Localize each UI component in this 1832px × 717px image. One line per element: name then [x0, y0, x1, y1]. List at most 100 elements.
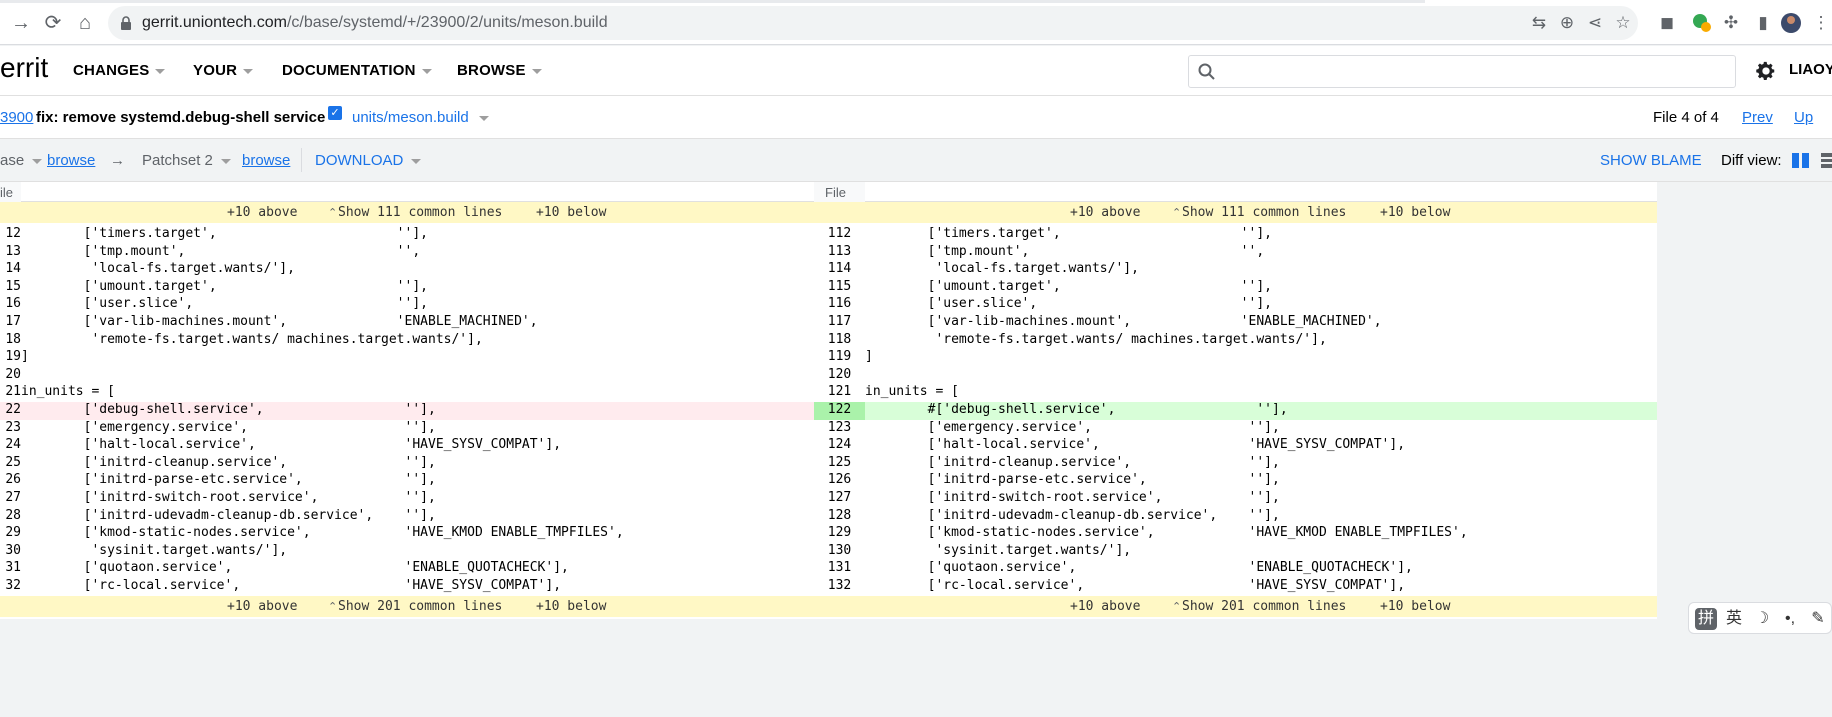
right-line-number[interactable]: 113	[814, 244, 865, 262]
show-common-lines-button[interactable]: ⌃Show 111 common lines	[328, 205, 502, 220]
left-line-number[interactable]: 27	[0, 490, 21, 508]
left-line-number[interactable]: 17	[0, 314, 21, 332]
left-line-number[interactable]: 29	[0, 525, 21, 543]
left-code-line: ['emergency.service', ''],	[21, 419, 436, 435]
extension-badge-icon[interactable]	[1690, 12, 1712, 34]
unified-view-icon[interactable]	[1821, 153, 1832, 168]
above-button[interactable]: +10 above	[227, 599, 297, 614]
bookmark-star-icon[interactable]: ☆	[1612, 12, 1634, 34]
left-line-number[interactable]: 24	[0, 437, 21, 455]
menu-changes[interactable]: CHANGES	[73, 62, 166, 79]
below-button[interactable]: +10 below	[536, 599, 606, 614]
reviewed-checkbox[interactable]: ✓	[328, 106, 342, 120]
above-button[interactable]: +10 above	[1070, 205, 1140, 220]
change-number-link[interactable]: 3900	[0, 109, 33, 126]
right-line-number[interactable]: 120	[814, 367, 865, 385]
side-by-side-icon[interactable]	[1792, 153, 1809, 168]
right-line-number[interactable]: 129	[814, 525, 865, 543]
ime-pinyin-icon[interactable]: 拼	[1695, 608, 1717, 630]
browse-left-link[interactable]: browse	[47, 152, 95, 169]
left-line-number[interactable]: 13	[0, 244, 21, 262]
left-line-number[interactable]: 21	[0, 384, 21, 402]
right-line-number[interactable]: 112	[814, 226, 865, 244]
profile-avatar[interactable]	[1780, 12, 1802, 34]
right-line-number[interactable]: 119	[814, 349, 865, 367]
right-line-number[interactable]: 121	[814, 384, 865, 402]
left-line-number[interactable]: 22	[0, 401, 21, 420]
below-button[interactable]: +10 below	[1380, 599, 1450, 614]
right-line-number[interactable]: 127	[814, 490, 865, 508]
left-line-number[interactable]: 30	[0, 543, 21, 561]
search-input[interactable]	[1188, 55, 1736, 88]
right-line-number[interactable]: 124	[814, 437, 865, 455]
home-icon[interactable]: ⌂	[72, 10, 98, 36]
translate-icon[interactable]: ⇆	[1528, 12, 1550, 34]
left-line-number[interactable]: 15	[0, 279, 21, 297]
left-line-number[interactable]: 31	[0, 560, 21, 578]
ime-moon-icon[interactable]: ☽	[1751, 608, 1773, 630]
left-line-number[interactable]: 28	[0, 508, 21, 526]
up-link[interactable]: Up	[1794, 109, 1813, 126]
download-button[interactable]: DOWNLOAD	[315, 152, 422, 169]
left-code-line: ['timers.target', ''],	[21, 226, 428, 241]
right-line-number[interactable]: 125	[814, 455, 865, 473]
zoom-icon[interactable]: ⊕	[1556, 12, 1578, 34]
browse-right-link[interactable]: browse	[242, 152, 290, 169]
right-line-number[interactable]: 131	[814, 560, 865, 578]
extensions-puzzle-icon[interactable]: ✣	[1720, 12, 1742, 34]
gerrit-logo[interactable]: errit	[0, 52, 48, 84]
above-button[interactable]: +10 above	[1070, 599, 1140, 614]
left-line-number[interactable]: 25	[0, 455, 21, 473]
left-line-number[interactable]: 32	[0, 578, 21, 596]
address-bar[interactable]: gerrit.uniontech.com/c/base/systemd/+/23…	[108, 6, 1638, 40]
show-common-lines-button[interactable]: ⌃Show 111 common lines	[1172, 205, 1346, 220]
share-icon[interactable]: ⋖	[1584, 12, 1606, 34]
left-line-number[interactable]: 16	[0, 296, 21, 314]
menu-your[interactable]: YOUR	[193, 62, 254, 79]
right-code-line: ['rc-local.service', 'HAVE_SYSV_COMPAT']…	[865, 577, 1406, 593]
right-line-number[interactable]: 115	[814, 279, 865, 297]
left-line-number[interactable]: 14	[0, 261, 21, 279]
ime-punctuation-icon[interactable]: •,	[1779, 608, 1801, 630]
right-line-number[interactable]: 114	[814, 261, 865, 279]
right-line-number[interactable]: 118	[814, 332, 865, 350]
reload-icon[interactable]: ⟳	[40, 10, 66, 36]
below-button[interactable]: +10 below	[536, 205, 606, 220]
menu-icon[interactable]: ⋮	[1810, 12, 1832, 34]
left-line-number[interactable]: 19	[0, 349, 21, 367]
prev-file-link[interactable]: Prev	[1742, 109, 1773, 126]
browser-toolbar: → ⟳ ⌂ gerrit.uniontech.com/c/base/system…	[0, 0, 1832, 45]
left-line-number[interactable]: 23	[0, 420, 21, 438]
right-line-number[interactable]: 126	[814, 472, 865, 490]
file-dropdown[interactable]: units/meson.build	[352, 109, 489, 126]
user-name[interactable]: LIAOY	[1789, 61, 1832, 78]
menu-documentation[interactable]: DOCUMENTATION	[282, 62, 432, 79]
below-button[interactable]: +10 below	[1380, 205, 1450, 220]
right-line-number[interactable]: 116	[814, 296, 865, 314]
gear-icon[interactable]	[1755, 60, 1777, 82]
right-line-number[interactable]: 123	[814, 420, 865, 438]
incognito-icon[interactable]: ◼	[1656, 12, 1678, 34]
right-line-number[interactable]: 132	[814, 578, 865, 596]
ime-pen-icon[interactable]: ✎	[1807, 608, 1829, 630]
ime-english-icon[interactable]: 英	[1723, 608, 1745, 630]
side-panel-icon[interactable]: ▮	[1752, 12, 1774, 34]
left-line-number[interactable]: 20	[0, 367, 21, 385]
menu-browse-label: BROWSE	[457, 62, 526, 79]
show-blame-button[interactable]: SHOW BLAME	[1600, 152, 1702, 169]
left-line-number[interactable]: 12	[0, 226, 21, 244]
menu-browse[interactable]: BROWSE	[457, 62, 542, 79]
right-line-number[interactable]: 130	[814, 543, 865, 561]
right-line-number[interactable]: 122	[814, 401, 865, 420]
patchset-dropdown[interactable]: Patchset 2	[142, 152, 231, 169]
left-line-number[interactable]: 26	[0, 472, 21, 490]
show-common-lines-button[interactable]: ⌃Show 201 common lines	[328, 599, 502, 614]
forward-icon[interactable]: →	[8, 10, 34, 36]
left-line-number[interactable]: 18	[0, 332, 21, 350]
right-line-number[interactable]: 117	[814, 314, 865, 332]
above-button[interactable]: +10 above	[227, 205, 297, 220]
right-line-number[interactable]: 128	[814, 508, 865, 526]
show-common-lines-button[interactable]: ⌃Show 201 common lines	[1172, 599, 1346, 614]
diff-row: 31 ['quotaon.service', 'ENABLE_QUOTACHEC…	[0, 560, 1657, 578]
base-patchset-dropdown[interactable]: ase	[0, 152, 43, 169]
